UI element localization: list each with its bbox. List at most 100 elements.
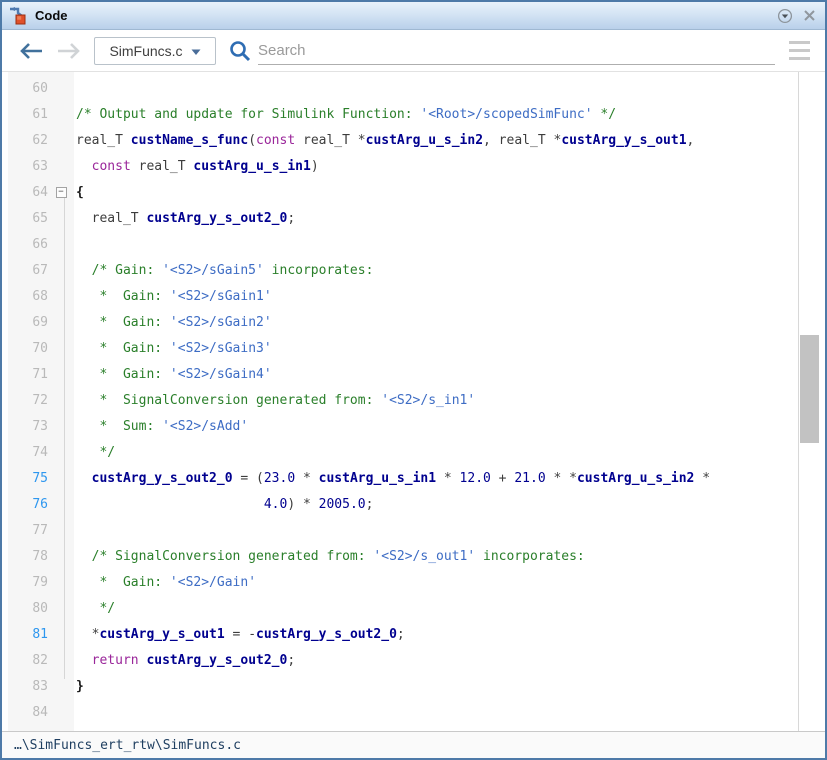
file-selector-value: SimFuncs.c	[109, 43, 182, 59]
code-text: * SignalConversion generated from: '<S2>…	[74, 393, 798, 408]
vertical-scrollbar[interactable]	[798, 72, 820, 731]
menu-icon	[789, 41, 810, 44]
line-number: 79	[2, 575, 48, 590]
code-line: 67 /* Gain: '<S2>/sGain5' incorporates:	[2, 257, 798, 283]
code-line: 61 /* Output and update for Simulink Func…	[2, 101, 798, 127]
line-number: 65	[2, 211, 48, 226]
window-title: Code	[35, 8, 771, 23]
code-text: *custArg_y_s_out1 = -custArg_y_s_out2_0;	[74, 627, 798, 642]
code-line: 66	[2, 231, 798, 257]
titlebar: Code	[2, 2, 825, 30]
code-text: real_T custArg_y_s_out2_0;	[74, 211, 798, 226]
line-number: 68	[2, 289, 48, 304]
code-line: 63 const real_T custArg_u_s_in1)	[2, 153, 798, 179]
code-line: 75 custArg_y_s_out2_0 = (23.0 * custArg_…	[2, 465, 798, 491]
line-number: 80	[2, 601, 48, 616]
code-text: custArg_y_s_out2_0 = (23.0 * custArg_u_s…	[74, 471, 798, 486]
code-line: 76 4.0) * 2005.0;	[2, 491, 798, 517]
model-element-link[interactable]: '<S2>/sGain5'	[162, 263, 264, 278]
fold-toggle-icon[interactable]: −	[56, 187, 67, 198]
code-line: 68 * Gain: '<S2>/sGain1'	[2, 283, 798, 309]
search-icon	[226, 37, 254, 65]
code-text: }	[74, 679, 798, 694]
back-button[interactable]	[16, 38, 46, 64]
code-line: 77	[2, 517, 798, 543]
code-text: /* Output and update for Simulink Functi…	[74, 107, 798, 122]
code-line: 70 * Gain: '<S2>/sGain3'	[2, 335, 798, 361]
code-line: 71 * Gain: '<S2>/sGain4'	[2, 361, 798, 387]
code-line: 84	[2, 699, 798, 725]
line-number: 67	[2, 263, 48, 278]
line-number: 84	[2, 705, 48, 720]
code-line: 82 return custArg_y_s_out2_0;	[2, 647, 798, 673]
code-text: * Gain: '<S2>/sGain4'	[74, 367, 798, 382]
close-icon	[803, 9, 816, 22]
dock-menu-button[interactable]	[775, 7, 795, 25]
forward-button[interactable]	[54, 38, 84, 64]
line-number: 61	[2, 107, 48, 122]
code-text: real_T custName_s_func(const real_T *cus…	[74, 133, 798, 148]
code-text: const real_T custArg_u_s_in1)	[74, 159, 798, 174]
code-line: 69 * Gain: '<S2>/sGain2'	[2, 309, 798, 335]
scrollbar-thumb[interactable]	[800, 335, 819, 443]
code-text: /* SignalConversion generated from: '<S2…	[74, 549, 798, 564]
code-text: */	[74, 445, 798, 460]
line-number: 60	[2, 81, 48, 96]
code-text: * Gain: '<S2>/Gain'	[74, 575, 798, 590]
code-line: 73 * Sum: '<S2>/sAdd'	[2, 413, 798, 439]
line-number: 77	[2, 523, 48, 538]
model-element-link[interactable]: '<S2>/sGain3'	[170, 341, 272, 356]
file-path: …\SimFuncs_ert_rtw\SimFuncs.c	[14, 738, 241, 753]
line-number: 74	[2, 445, 48, 460]
search-input[interactable]	[258, 37, 775, 65]
code-lines: 60 61 /* Output and update for Simulink Fu…	[2, 72, 798, 725]
code-line: 80 */	[2, 595, 798, 621]
model-element-link[interactable]: '<S2>/Gain'	[170, 575, 256, 590]
code-line: 78 /* SignalConversion generated from: '…	[2, 543, 798, 569]
model-element-link[interactable]: '<S2>/sGain2'	[170, 315, 272, 330]
code-text: */	[74, 601, 798, 616]
code-line: 79 * Gain: '<S2>/Gain'	[2, 569, 798, 595]
line-number: 62	[2, 133, 48, 148]
code-text: /* Gain: '<S2>/sGain5' incorporates:	[74, 263, 798, 278]
line-number: 66	[2, 237, 48, 252]
line-number: 82	[2, 653, 48, 668]
model-element-link[interactable]: '<S2>/s_out1'	[373, 549, 475, 564]
line-number: 71	[2, 367, 48, 382]
code-window-icon	[9, 7, 29, 25]
model-element-link[interactable]: '<Root>/scopedSimFunc'	[420, 107, 592, 122]
model-element-link[interactable]: '<S2>/sGain4'	[170, 367, 272, 382]
chevron-down-icon	[191, 43, 201, 59]
line-number: 83	[2, 679, 48, 694]
code-text: * Gain: '<S2>/sGain2'	[74, 315, 798, 330]
close-button[interactable]	[799, 7, 819, 25]
file-selector-dropdown[interactable]: SimFuncs.c	[94, 37, 216, 65]
line-number: 63	[2, 159, 48, 174]
line-number: 64	[2, 185, 48, 200]
model-element-link[interactable]: '<S2>/sGain1'	[170, 289, 272, 304]
menu-button[interactable]	[789, 37, 813, 65]
code-editor[interactable]: 60 61 /* Output and update for Simulink Fu…	[2, 72, 798, 731]
status-bar: …\SimFuncs_ert_rtw\SimFuncs.c	[2, 731, 825, 758]
code-line: 62 real_T custName_s_func(const real_T *c…	[2, 127, 798, 153]
line-number: 72	[2, 393, 48, 408]
back-arrow-icon	[18, 42, 44, 60]
line-number: 70	[2, 341, 48, 356]
forward-arrow-icon	[56, 42, 82, 60]
line-number: 78	[2, 549, 48, 564]
code-line: 60	[2, 75, 798, 101]
line-number-highlighted[interactable]: 76	[2, 497, 48, 512]
dock-menu-icon	[777, 8, 793, 24]
code-text: {	[74, 185, 798, 200]
model-element-link[interactable]: '<S2>/sAdd'	[162, 419, 248, 434]
toolbar: SimFuncs.c	[2, 30, 825, 72]
code-line: 72 * SignalConversion generated from: '<…	[2, 387, 798, 413]
model-element-link[interactable]: '<S2>/s_in1'	[381, 393, 475, 408]
code-text: * Sum: '<S2>/sAdd'	[74, 419, 798, 434]
code-window: Code SimFuncs.c	[0, 0, 827, 760]
code-text: * Gain: '<S2>/sGain3'	[74, 341, 798, 356]
code-line: 65 real_T custArg_y_s_out2_0;	[2, 205, 798, 231]
line-number-highlighted[interactable]: 75	[2, 471, 48, 486]
code-text: * Gain: '<S2>/sGain1'	[74, 289, 798, 304]
line-number-highlighted[interactable]: 81	[2, 627, 48, 642]
